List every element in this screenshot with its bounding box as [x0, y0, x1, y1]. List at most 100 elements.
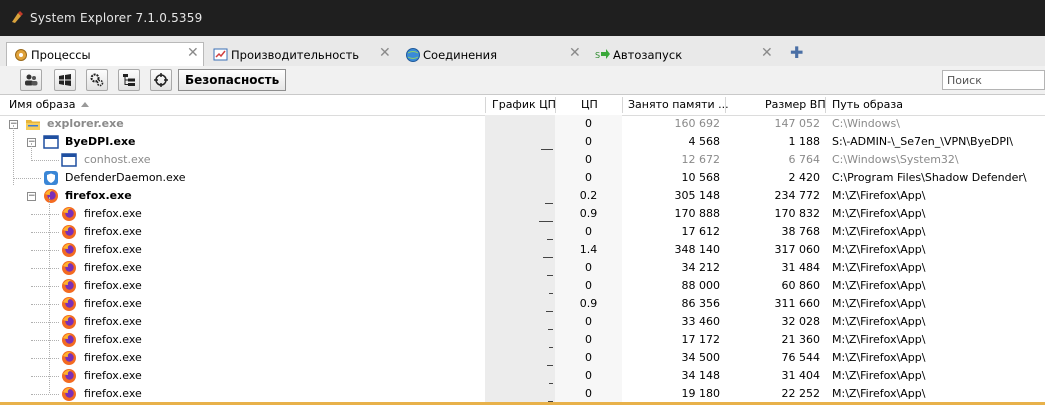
- process-row[interactable]: firefox.exe 0 17 172 21 360 M:\Z\Firefox\App…: [0, 331, 1045, 349]
- cpu-value: 0.9: [579, 297, 598, 310]
- tab-connections[interactable]: Соединения ✕: [398, 42, 586, 66]
- column-header-name[interactable]: Имя образа: [9, 98, 90, 111]
- vm-size-value: 311 660: [774, 297, 821, 310]
- process-row[interactable]: firefox.exe 0.9 170 888 170 832 M:\Z\Firefox…: [0, 205, 1045, 223]
- window-icon: [61, 152, 77, 168]
- users-icon: [25, 74, 38, 86]
- process-row[interactable]: firefox.exe 1.4 348 140 317 060 M:\Z\Firefox…: [0, 241, 1045, 259]
- process-row[interactable]: firefox.exe 0 34 148 31 404 M:\Z\Firefox\App…: [0, 367, 1045, 385]
- close-icon[interactable]: ✕: [187, 45, 199, 61]
- tree-guide-line: [49, 197, 50, 393]
- close-icon[interactable]: ✕: [379, 45, 391, 61]
- vm-size-value: 6 764: [788, 153, 821, 166]
- tree-connector: [31, 358, 59, 359]
- cpu-value: 0: [585, 261, 592, 274]
- column-header-path[interactable]: Путь образа: [832, 98, 903, 111]
- process-row[interactable]: − explorer.exe 0 160 692 147 052 C:\Windows\: [0, 115, 1045, 133]
- process-row[interactable]: firefox.exe 0 19 180 22 252 M:\Z\Firefox\App…: [0, 385, 1045, 403]
- image-path: C:\Program Files\Shadow Defender\: [832, 171, 1027, 184]
- firefox-icon: [61, 260, 77, 276]
- column-header-memory[interactable]: Занято памяти ...: [628, 98, 729, 111]
- windows-services-button[interactable]: [54, 69, 76, 91]
- vm-size-value: 317 060: [774, 243, 821, 256]
- cpu-value: 0: [585, 117, 592, 130]
- app-logo-icon: [12, 11, 23, 23]
- cpu-value: 0: [585, 171, 592, 184]
- memory-value: 170 888: [674, 207, 721, 220]
- image-path: M:\Z\Firefox\App\: [832, 207, 926, 220]
- memory-value: 86 356: [681, 297, 721, 310]
- column-divider[interactable]: [622, 97, 623, 113]
- image-path: M:\Z\Firefox\App\: [832, 279, 926, 292]
- image-path: M:\Z\Firefox\App\: [832, 297, 926, 310]
- cpu-value: 0.9: [579, 207, 598, 220]
- find-window-button[interactable]: [150, 69, 172, 91]
- column-divider[interactable]: [825, 97, 826, 113]
- windows-icon: [59, 74, 71, 86]
- tab-processes[interactable]: Процессы ✕: [6, 42, 204, 67]
- close-icon[interactable]: ✕: [569, 45, 581, 61]
- tree-connector: [31, 214, 59, 215]
- firefox-icon: [61, 314, 77, 330]
- firefox-icon: [61, 224, 77, 240]
- column-header-cpu[interactable]: ЦП: [581, 98, 598, 111]
- close-icon[interactable]: ✕: [761, 45, 773, 61]
- column-divider[interactable]: [555, 97, 556, 113]
- tab-performance[interactable]: Производительность ✕: [206, 42, 396, 66]
- vm-size-value: 1 188: [788, 135, 821, 148]
- memory-value: 160 692: [674, 117, 721, 130]
- sort-ascending-icon: [81, 102, 90, 107]
- shield-icon: [43, 170, 59, 186]
- process-row[interactable]: firefox.exe 0 34 212 31 484 M:\Z\Firefox\App…: [0, 259, 1045, 277]
- vm-size-value: 147 052: [774, 117, 821, 130]
- cpu-sparkline: [539, 221, 553, 222]
- new-tab-icon[interactable]: ✚: [790, 43, 803, 62]
- search-input[interactable]: [942, 70, 1045, 90]
- tab-label: Соединения: [423, 48, 498, 62]
- process-row[interactable]: firefox.exe 0 33 460 32 028 M:\Z\Firefox\App…: [0, 313, 1045, 331]
- process-tree: − explorer.exe 0 160 692 147 052 C:\Windows\ −…: [0, 115, 1045, 403]
- vm-size-value: 2 420: [788, 171, 821, 184]
- memory-value: 34 212: [681, 261, 721, 274]
- memory-value: 34 500: [681, 351, 721, 364]
- column-header-vm-size[interactable]: Размер ВП: [765, 98, 826, 111]
- collapse-toggle-icon[interactable]: −: [27, 192, 36, 201]
- tab-autorun[interactable]: S Автозапуск ✕: [588, 42, 778, 66]
- memory-value: 33 460: [681, 315, 721, 328]
- process-name: firefox.exe: [84, 297, 142, 310]
- vm-size-value: 38 768: [781, 225, 821, 238]
- vm-size-value: 234 772: [774, 189, 821, 202]
- process-row[interactable]: firefox.exe 0 17 612 38 768 M:\Z\Firefox\App…: [0, 223, 1045, 241]
- toolbar: Безопасность: [0, 66, 1045, 95]
- process-row[interactable]: conhost.exe 0 12 672 6 764 C:\Windows\System…: [0, 151, 1045, 169]
- column-header-row: Имя образа График ЦП ЦП Занято памяти ..…: [0, 95, 1045, 116]
- tree-connector: [31, 250, 59, 251]
- cpu-sparkline: [541, 149, 553, 150]
- window-title: System Explorer 7.1.0.5359: [30, 11, 203, 25]
- column-divider[interactable]: [485, 97, 486, 113]
- process-row[interactable]: − ByeDPI.exe 0 4 568 1 188 S:\-ADMIN-\_Se7en_…: [0, 133, 1045, 151]
- image-path: M:\Z\Firefox\App\: [832, 261, 926, 274]
- process-row[interactable]: firefox.exe 0 34 500 76 544 M:\Z\Firefox\App…: [0, 349, 1045, 367]
- cpu-sparkline: [547, 365, 553, 366]
- cpu-value: 0: [585, 135, 592, 148]
- modules-button[interactable]: [86, 69, 108, 91]
- cpu-value: 0: [585, 315, 592, 328]
- process-row[interactable]: firefox.exe 0 88 000 60 860 M:\Z\Firefox\App…: [0, 277, 1045, 295]
- tree-view-button[interactable]: [118, 69, 140, 91]
- cpu-value: 0.2: [579, 189, 598, 202]
- vm-size-value: 32 028: [781, 315, 821, 328]
- image-path: C:\Windows\: [832, 117, 900, 130]
- column-header-graph[interactable]: График ЦП: [492, 98, 556, 111]
- firefox-icon: [61, 278, 77, 294]
- firefox-icon: [61, 296, 77, 312]
- security-button[interactable]: Безопасность: [178, 69, 287, 91]
- process-row[interactable]: DefenderDaemon.exe 0 10 568 2 420 C:\Program…: [0, 169, 1045, 187]
- cpu-value: 0: [585, 351, 592, 364]
- column-divider[interactable]: [725, 97, 726, 113]
- cpu-sparkline: [547, 239, 553, 240]
- users-button[interactable]: [20, 69, 42, 91]
- process-row[interactable]: − firefox.exe 0.2 305 148 234 772 M:\Z\Firefo…: [0, 187, 1045, 205]
- process-row[interactable]: firefox.exe 0.9 86 356 311 660 M:\Z\Firefox\…: [0, 295, 1045, 313]
- process-name: firefox.exe: [84, 351, 142, 364]
